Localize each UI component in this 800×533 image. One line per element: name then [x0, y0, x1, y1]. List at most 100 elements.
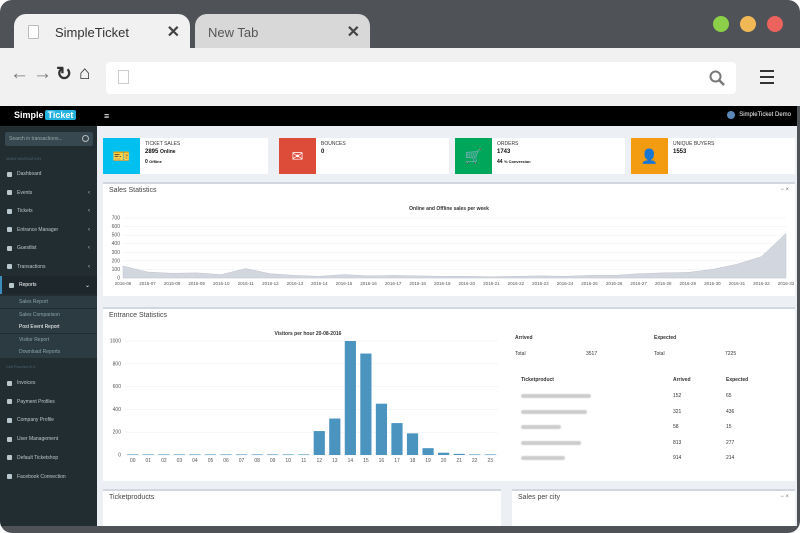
back-icon[interactable]: ← — [10, 63, 29, 85]
sidebar-toggle-icon[interactable]: ≡ — [104, 111, 109, 121]
sidebar-item-invoices[interactable]: Invoices — [0, 374, 97, 392]
address-bar[interactable] — [106, 62, 736, 94]
nav-icon — [7, 208, 12, 214]
chevron-icon: ‹ — [88, 263, 90, 270]
bar — [313, 431, 325, 455]
redacted-text — [521, 456, 565, 460]
menu-icon[interactable] — [760, 70, 774, 88]
app-viewport: Simple Ticket ≡ SimpleTicket Demo Search … — [0, 106, 797, 526]
subnav-item[interactable]: Sales Report — [0, 296, 97, 308]
home-icon[interactable]: ⌂ — [79, 63, 90, 85]
box-title: Ticketproducts — [109, 494, 155, 501]
subnav-item[interactable]: Post Event Report — [0, 321, 97, 334]
nav-icon — [7, 399, 12, 405]
y-tick-label: 400 — [113, 407, 122, 413]
x-tick-label: 08 — [254, 458, 260, 464]
sidebar-item-tickets[interactable]: Tickets ‹ — [0, 202, 97, 220]
bar — [298, 454, 310, 456]
x-tick-label: 06 — [223, 458, 229, 464]
minimize-dot[interactable] — [740, 16, 756, 32]
subnav-item[interactable]: Visitor Report — [0, 333, 97, 346]
y-tick-label: 800 — [113, 361, 122, 367]
sidebar-item-company-profile[interactable]: Company Profile — [0, 411, 97, 429]
tab-title: New Tab — [208, 24, 259, 40]
x-tick-label: 04 — [192, 458, 198, 464]
bar — [406, 433, 419, 455]
box-title: Sales Statistics — [109, 187, 157, 194]
x-tick-label: 2016-17 — [385, 281, 402, 286]
y-tick-label: 100 — [112, 267, 121, 273]
browser-window: SimpleTicket ✕ New Tab ✕ ← → ↻ ⌂ Simple T… — [0, 0, 800, 533]
sidebar-item-default-ticketshop[interactable]: Default Ticketshop — [0, 449, 97, 467]
x-tick-label: 01 — [146, 458, 152, 464]
y-tick-label: 700 — [112, 216, 121, 222]
maximize-dot[interactable] — [713, 16, 729, 32]
nav-icon — [7, 436, 12, 442]
sidebar-item-reports[interactable]: Reports ⌄ — [0, 276, 97, 294]
close-icon[interactable]: ✕ — [167, 22, 180, 42]
sidebar-item-payment-profiles[interactable]: Payment Profiles — [0, 393, 97, 411]
sidebar-item-entrance-manager[interactable]: Entrance Manager ‹ — [0, 221, 97, 239]
close-dot[interactable] — [767, 16, 783, 32]
reload-icon[interactable]: ↻ — [56, 63, 72, 86]
x-tick-label: 2016-08 — [164, 281, 181, 286]
nav-icon — [7, 380, 12, 386]
bar — [360, 353, 372, 455]
bar — [469, 454, 481, 456]
entrance-statistics-box: Entrance Statistics Visitors per hour 20… — [103, 307, 795, 481]
box-tools[interactable]: − × — [780, 187, 789, 193]
bar — [189, 454, 201, 456]
x-tick-label: 2016-30 — [704, 281, 721, 286]
sidebar-item-transactions[interactable]: Transactions ‹ — [0, 258, 97, 276]
bar — [235, 454, 248, 456]
sales-per-city-box: Sales per city − × — [512, 489, 795, 526]
x-tick-label: 2016-18 — [409, 281, 426, 286]
x-tick-label: 07 — [239, 458, 245, 464]
box-tools[interactable]: − × — [780, 494, 789, 500]
x-tick-label: 2016-26 — [606, 281, 623, 286]
x-tick-label: 00 — [130, 458, 136, 464]
sidebar-item-facebook-connection[interactable]: Facebook Connection — [0, 468, 97, 486]
sales-area-chart: 01002003004005006007002016-06 2016-07 2016… — [112, 216, 795, 287]
tab-new-tab[interactable]: New Tab ✕ — [195, 14, 370, 50]
y-tick-label: 0 — [118, 453, 121, 459]
logo[interactable]: Simple Ticket — [14, 110, 77, 120]
x-tick-label: 2016-22 — [508, 281, 525, 286]
subnav-item[interactable]: Sales Comparison — [0, 308, 97, 321]
forward-icon[interactable]: → — [33, 63, 52, 85]
x-tick-label: 2016-12 — [262, 281, 279, 286]
nav-icon — [7, 455, 12, 461]
x-tick-label: 2016-24 — [557, 281, 574, 286]
x-tick-label: 2016-07 — [139, 281, 156, 286]
subnav-item[interactable]: Download Reports — [0, 346, 97, 359]
y-tick-label: 600 — [113, 384, 122, 390]
nav-icon — [7, 227, 12, 232]
sidebar-item-guestlist[interactable]: Guestlist ‹ — [0, 239, 97, 257]
search-input[interactable]: Search in transactions... — [5, 132, 93, 146]
bar — [344, 341, 356, 455]
x-tick-label: 2016-15 — [336, 281, 353, 286]
close-icon[interactable]: ✕ — [347, 22, 360, 42]
x-tick-label: 21 — [456, 458, 462, 464]
y-tick-label: 200 — [113, 430, 122, 436]
x-tick-label: 2016-23 — [532, 281, 549, 286]
x-tick-label: 2016-28 — [655, 281, 672, 286]
user-menu[interactable]: SimpleTicket Demo — [727, 111, 791, 119]
search-icon[interactable] — [82, 135, 89, 142]
search-icon[interactable] — [709, 70, 725, 86]
sidebar-item-events[interactable]: Events ‹ — [0, 184, 97, 202]
info-box: 🎫 TICKET SALES 2895 Online 0 Offline — [103, 138, 268, 174]
redacted-text — [521, 394, 591, 398]
bar — [251, 454, 263, 456]
y-tick-label: 500 — [112, 233, 121, 239]
sidebar-item-dashboard[interactable]: Dashboard — [0, 165, 97, 183]
chevron-icon: ⌄ — [84, 282, 90, 289]
tab-simpleticket[interactable]: SimpleTicket ✕ — [14, 14, 190, 50]
bar — [220, 454, 232, 456]
sales-statistics-box: Sales Statistics − × Online and Offline … — [103, 182, 795, 296]
ticketproducts-box: Ticketproducts — [103, 489, 501, 526]
box-title: Entrance Statistics — [109, 312, 167, 319]
x-tick-label: 12 — [316, 458, 322, 464]
y-tick-label: 1000 — [110, 339, 121, 345]
sidebar-item-user-management[interactable]: User Management — [0, 430, 97, 448]
